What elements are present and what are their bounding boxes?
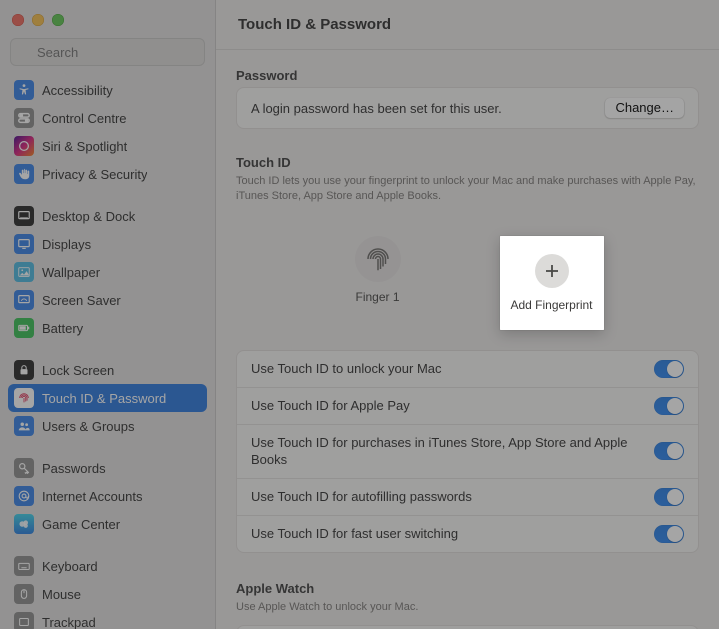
sidebar-item-label: Game Center xyxy=(42,517,120,532)
touchid-toggle-row: Use Touch ID for purchases in iTunes Sto… xyxy=(237,425,698,479)
accessibility-icon xyxy=(14,80,34,100)
toggle-label: Use Touch ID for Apple Pay xyxy=(251,397,410,415)
fingerprint-icon xyxy=(14,388,34,408)
lock-icon xyxy=(14,360,34,380)
siri-icon xyxy=(14,136,34,156)
sidebar-item-label: Privacy & Security xyxy=(42,167,147,182)
password-heading: Password xyxy=(236,68,699,83)
close-window-button[interactable] xyxy=(12,14,24,26)
screensaver-icon xyxy=(14,290,34,310)
sidebar-item-label: Trackpad xyxy=(42,615,96,629)
sidebar-item-label: Battery xyxy=(42,321,83,336)
sidebar-item-lock-screen[interactable]: Lock Screen xyxy=(8,356,207,384)
fingerprint-1-label: Finger 1 xyxy=(355,290,399,304)
mouse-icon xyxy=(14,584,34,604)
toggle-label: Use Touch ID for fast user switching xyxy=(251,525,458,543)
sidebar-item-label: Touch ID & Password xyxy=(42,391,166,406)
sidebar-item-trackpad[interactable]: Trackpad xyxy=(8,608,207,629)
sidebar-item-keyboard[interactable]: Keyboard xyxy=(8,552,207,580)
applewatch-card: Apple Watch xyxy=(236,625,699,629)
toggle-switch[interactable] xyxy=(654,360,684,378)
toggle-switch[interactable] xyxy=(654,488,684,506)
fingerprints-row: Finger 1 Add Fingerprint xyxy=(236,214,699,350)
sidebar-item-privacy-security[interactable]: Privacy & Security xyxy=(8,160,207,188)
sidebar-list[interactable]: Accessibility Control Centre Siri & Spotli… xyxy=(6,76,209,629)
sidebar-item-label: Passwords xyxy=(42,461,106,476)
touchid-toggle-row: Use Touch ID for fast user switching xyxy=(237,516,698,552)
sidebar-item-control-centre[interactable]: Control Centre xyxy=(8,104,207,132)
add-fingerprint-label: Add Fingerprint xyxy=(510,298,592,312)
at-icon xyxy=(14,486,34,506)
sidebar-item-label: Screen Saver xyxy=(42,293,121,308)
page-title: Touch ID & Password xyxy=(216,0,719,50)
applewatch-description: Use Apple Watch to unlock your Mac. xyxy=(236,600,699,615)
sidebar-item-accessibility[interactable]: Accessibility xyxy=(8,76,207,104)
wallpaper-icon xyxy=(14,262,34,282)
content-scroll[interactable]: Password A login password has been set f… xyxy=(216,50,719,629)
dock-icon xyxy=(14,206,34,226)
toggle-label: Use Touch ID for purchases in iTunes Sto… xyxy=(251,434,634,469)
trackpad-icon xyxy=(14,612,34,629)
sidebar-item-users-groups[interactable]: Users & Groups xyxy=(8,412,207,440)
search-input[interactable] xyxy=(10,38,205,66)
touchid-toggle-list: Use Touch ID to unlock your Mac Use Touch… xyxy=(236,350,699,553)
sidebar-item-battery[interactable]: Battery xyxy=(8,314,207,342)
sidebar-item-mouse[interactable]: Mouse xyxy=(8,580,207,608)
applewatch-heading: Apple Watch xyxy=(236,581,699,596)
battery-icon xyxy=(14,318,34,338)
sidebar-item-label: Mouse xyxy=(42,587,81,602)
hand-icon xyxy=(14,164,34,184)
sidebar-item-label: Wallpaper xyxy=(42,265,100,280)
sidebar-item-label: Desktop & Dock xyxy=(42,209,135,224)
sidebar-item-label: Accessibility xyxy=(42,83,113,98)
password-card: A login password has been set for this u… xyxy=(236,87,699,129)
sidebar-item-label: Users & Groups xyxy=(42,419,134,434)
change-password-button[interactable]: Change… xyxy=(605,98,684,118)
touchid-toggle-row: Use Touch ID to unlock your Mac xyxy=(237,351,698,388)
gamecenter-icon xyxy=(14,514,34,534)
sidebar-item-game-center[interactable]: Game Center xyxy=(8,510,207,538)
sidebar: Accessibility Control Centre Siri & Spotli… xyxy=(0,0,216,629)
key-icon xyxy=(14,458,34,478)
plus-icon xyxy=(535,254,569,288)
sidebar-item-screen-saver[interactable]: Screen Saver xyxy=(8,286,207,314)
main-pane: Touch ID & Password Password A login pas… xyxy=(216,0,719,629)
toggle-label: Use Touch ID to unlock your Mac xyxy=(251,360,442,378)
sidebar-item-passwords[interactable]: Passwords xyxy=(8,454,207,482)
settings-window: Accessibility Control Centre Siri & Spotli… xyxy=(0,0,719,629)
toggle-switch[interactable] xyxy=(654,525,684,543)
touchid-toggle-row: Use Touch ID for autofilling passwords xyxy=(237,479,698,516)
window-controls xyxy=(6,8,209,38)
sidebar-item-label: Displays xyxy=(42,237,91,252)
touchid-toggle-row: Use Touch ID for Apple Pay xyxy=(237,388,698,425)
switches-icon xyxy=(14,108,34,128)
fingerprint-icon xyxy=(355,236,401,282)
sidebar-item-label: Lock Screen xyxy=(42,363,114,378)
sidebar-item-label: Siri & Spotlight xyxy=(42,139,127,154)
toggle-label: Use Touch ID for autofilling passwords xyxy=(251,488,472,506)
minimize-window-button[interactable] xyxy=(32,14,44,26)
sidebar-item-label: Keyboard xyxy=(42,559,98,574)
sidebar-item-touch-id-password[interactable]: Touch ID & Password xyxy=(8,384,207,412)
sidebar-item-siri-spotlight[interactable]: Siri & Spotlight xyxy=(8,132,207,160)
sidebar-item-displays[interactable]: Displays xyxy=(8,230,207,258)
display-icon xyxy=(14,234,34,254)
fingerprint-slot-1[interactable]: Finger 1 xyxy=(332,236,424,330)
sidebar-item-label: Internet Accounts xyxy=(42,489,142,504)
touchid-heading: Touch ID xyxy=(236,155,699,170)
toggle-switch[interactable] xyxy=(654,397,684,415)
keyboard-icon xyxy=(14,556,34,576)
touchid-description: Touch ID lets you use your fingerprint t… xyxy=(236,174,699,204)
sidebar-item-desktop-dock[interactable]: Desktop & Dock xyxy=(8,202,207,230)
password-status: A login password has been set for this u… xyxy=(251,101,502,116)
users-icon xyxy=(14,416,34,436)
sidebar-item-internet-accounts[interactable]: Internet Accounts xyxy=(8,482,207,510)
toggle-switch[interactable] xyxy=(654,442,684,460)
add-fingerprint-button[interactable]: Add Fingerprint xyxy=(500,236,604,330)
sidebar-item-label: Control Centre xyxy=(42,111,127,126)
sidebar-item-wallpaper[interactable]: Wallpaper xyxy=(8,258,207,286)
zoom-window-button[interactable] xyxy=(52,14,64,26)
